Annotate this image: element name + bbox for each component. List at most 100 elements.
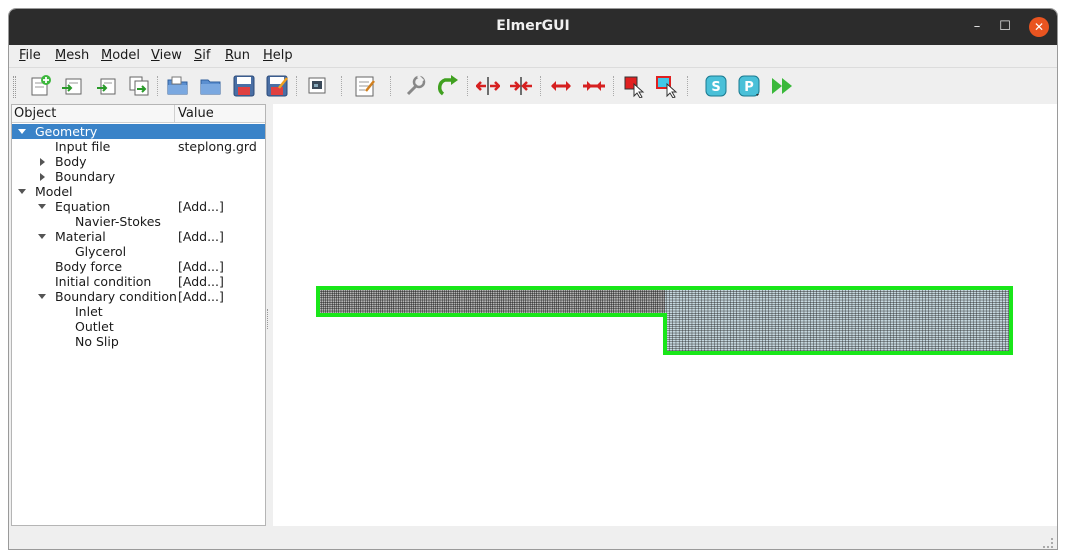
divide-edge-icon[interactable] (549, 74, 573, 98)
tree-row-label: Boundary (55, 169, 116, 184)
edit-sif-icon[interactable] (353, 74, 377, 98)
tree-row[interactable]: Inlet (12, 304, 265, 319)
collapse-arrow-icon[interactable] (40, 158, 45, 166)
tree-row[interactable]: Input file steplong.grd (12, 139, 265, 154)
mesh-fill-inlet (318, 288, 665, 315)
close-button[interactable]: ✕ (1029, 17, 1049, 37)
tree-row[interactable]: Equation [Add...] (12, 199, 265, 214)
toolbar-separator (613, 76, 614, 96)
tree-row-label: Equation (55, 199, 111, 214)
resize-grip[interactable] (1043, 538, 1053, 548)
select-edge-icon[interactable] (655, 74, 679, 98)
tree-row-value[interactable]: steplong.grd (178, 139, 257, 154)
save-as-icon[interactable] (265, 74, 289, 98)
tree-row-label: Input file (55, 139, 111, 154)
elmergui-window: ElmerGUI – ☐ ✕ File Mesh Model View Sif … (8, 8, 1058, 550)
mesh-canvas[interactable] (273, 104, 1057, 526)
menu-bar: File Mesh Model View Sif Run Help (9, 45, 1057, 67)
tree-row[interactable]: Outlet (12, 319, 265, 334)
tree-row[interactable]: Navier-Stokes (12, 214, 265, 229)
header-divider[interactable] (174, 105, 175, 123)
tree-row-value[interactable]: [Add...] (178, 229, 224, 244)
expand-arrow-icon[interactable] (38, 234, 46, 239)
expand-arrow-icon[interactable] (18, 129, 26, 134)
mesh-viewport[interactable] (273, 104, 1057, 526)
tree-row-label: Outlet (75, 319, 114, 334)
menu-view[interactable]: View (151, 48, 182, 63)
window-title: ElmerGUI (496, 18, 570, 34)
tree-row-label: Glycerol (75, 244, 127, 259)
tree-row[interactable]: Boundary (12, 169, 265, 184)
title-bar[interactable]: ElmerGUI – ☐ ✕ (9, 9, 1057, 45)
maximize-button[interactable]: ☐ (995, 17, 1015, 37)
load-icon[interactable] (95, 74, 119, 98)
toolbar-separator (296, 76, 297, 96)
folder-icon[interactable] (199, 74, 223, 98)
menu-sif[interactable]: Sif (194, 48, 210, 63)
svg-text:S: S (711, 80, 720, 95)
tree-row-label: Material (55, 229, 106, 244)
tree-row-label: Model (35, 184, 73, 199)
minimize-button[interactable]: – (967, 17, 987, 37)
toolbar: S P (9, 67, 1057, 103)
tree-row[interactable]: Boundary condition [Add...] (12, 289, 265, 304)
toolbar-separator (390, 76, 391, 96)
tree-header: Object Value (12, 105, 265, 123)
save-icon[interactable] (232, 74, 256, 98)
unify-edge-icon[interactable] (582, 74, 606, 98)
splitter-handle[interactable] (267, 309, 270, 329)
tree-row-value[interactable]: [Add...] (178, 289, 224, 304)
toolbar-separator (467, 76, 468, 96)
run-icon[interactable] (770, 74, 794, 98)
tree-row-label: Geometry (35, 124, 98, 139)
toolbar-separator (540, 76, 541, 96)
mesh-fill-downstream (665, 288, 1011, 353)
tree-row[interactable]: Glycerol (12, 244, 265, 259)
post-icon[interactable]: P (737, 74, 761, 98)
tree-row-value[interactable]: [Add...] (178, 199, 224, 214)
tree-row[interactable]: Model (12, 184, 265, 199)
select-surface-icon[interactable] (622, 74, 646, 98)
tree-row[interactable]: Initial condition [Add...] (12, 274, 265, 289)
expand-arrow-icon[interactable] (18, 189, 26, 194)
tree-row[interactable]: Body force [Add...] (12, 259, 265, 274)
tree-row-label: Inlet (75, 304, 103, 319)
tree-row[interactable]: Material [Add...] (12, 229, 265, 244)
toolbar-separator (341, 76, 342, 96)
header-value[interactable]: Value (178, 106, 214, 121)
svg-text:P: P (744, 80, 754, 95)
menu-mesh[interactable]: Mesh (55, 48, 89, 63)
new-icon[interactable] (29, 74, 53, 98)
load-multiple-icon[interactable] (127, 74, 151, 98)
solver-icon[interactable]: S (704, 74, 728, 98)
tree-row-label: No Slip (75, 334, 119, 349)
collapse-arrow-icon[interactable] (40, 173, 45, 181)
tree-row[interactable]: Geometry (12, 124, 265, 139)
menu-model[interactable]: Model (101, 48, 140, 63)
unify-surface-icon[interactable] (509, 74, 533, 98)
tree-row-value[interactable]: [Add...] (178, 259, 224, 274)
toolbar-separator (157, 76, 158, 96)
tree-row-value[interactable]: [Add...] (178, 274, 224, 289)
open-folder-icon[interactable] (166, 74, 190, 98)
open-import-icon[interactable] (61, 74, 85, 98)
tree-row[interactable]: Body (12, 154, 265, 169)
tree-row-label: Body (55, 154, 87, 169)
tree-row-label: Boundary condition (55, 289, 177, 304)
tree-row-label: Body force (55, 259, 123, 274)
expand-arrow-icon[interactable] (38, 204, 46, 209)
picture-icon[interactable] (305, 74, 329, 98)
wrench-icon[interactable] (403, 74, 427, 98)
menu-help[interactable]: Help (263, 48, 293, 63)
header-object[interactable]: Object (14, 106, 56, 121)
menu-run[interactable]: Run (225, 48, 250, 63)
tree-row[interactable]: No Slip (12, 334, 265, 349)
object-tree-panel: Object Value Geometry Input file steplong.… (11, 104, 266, 526)
menu-file[interactable]: File (19, 48, 41, 63)
toolbar-grip[interactable] (13, 76, 16, 98)
expand-arrow-icon[interactable] (38, 294, 46, 299)
redo-icon[interactable] (437, 74, 461, 98)
divide-surface-icon[interactable] (476, 74, 500, 98)
status-bar (9, 527, 1057, 549)
tree-row-label: Navier-Stokes (75, 214, 161, 229)
